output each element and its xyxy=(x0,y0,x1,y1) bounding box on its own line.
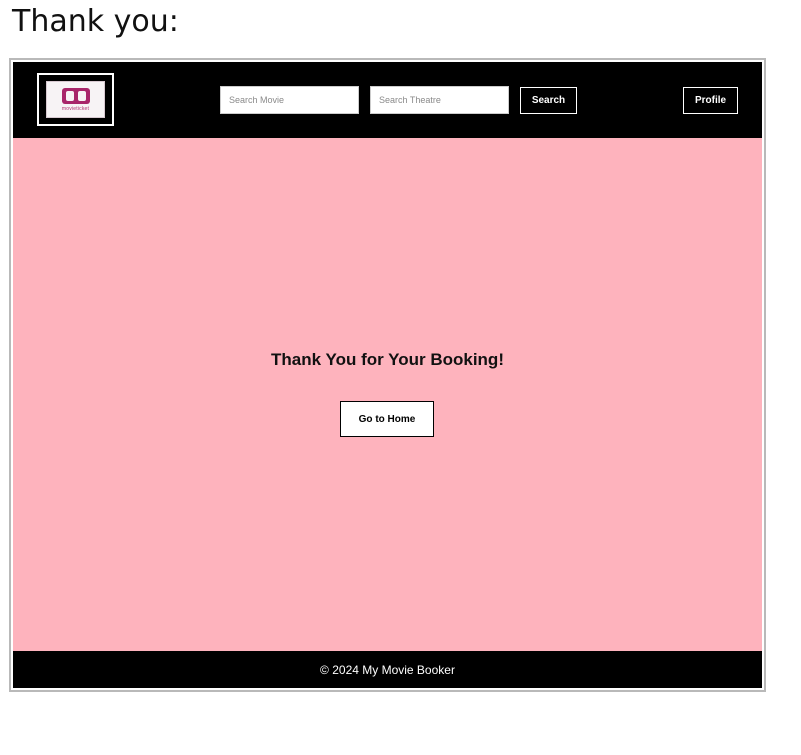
search-button[interactable]: Search xyxy=(520,87,577,114)
logo-image: movieticket xyxy=(46,81,105,118)
profile-button[interactable]: Profile xyxy=(683,87,738,114)
main-content: Thank You for Your Booking! Go to Home xyxy=(13,138,762,651)
logo-text: movieticket xyxy=(61,106,90,112)
app-viewport: movieticket Search Profile Thank You for… xyxy=(13,62,762,688)
search-theatre-input[interactable] xyxy=(370,86,509,114)
search-movie-input[interactable] xyxy=(220,86,359,114)
screenshot-frame: movieticket Search Profile Thank You for… xyxy=(9,58,766,692)
page-caption: Thank you: xyxy=(12,4,179,39)
footer: © 2024 My Movie Booker xyxy=(13,651,762,688)
navbar: movieticket Search Profile xyxy=(13,62,762,138)
go-to-home-button[interactable]: Go to Home xyxy=(340,401,434,437)
logo[interactable]: movieticket xyxy=(37,73,114,126)
footer-copyright: © 2024 My Movie Booker xyxy=(320,662,455,677)
thank-you-heading: Thank You for Your Booking! xyxy=(271,350,504,369)
ticket-logo-icon xyxy=(62,88,90,104)
